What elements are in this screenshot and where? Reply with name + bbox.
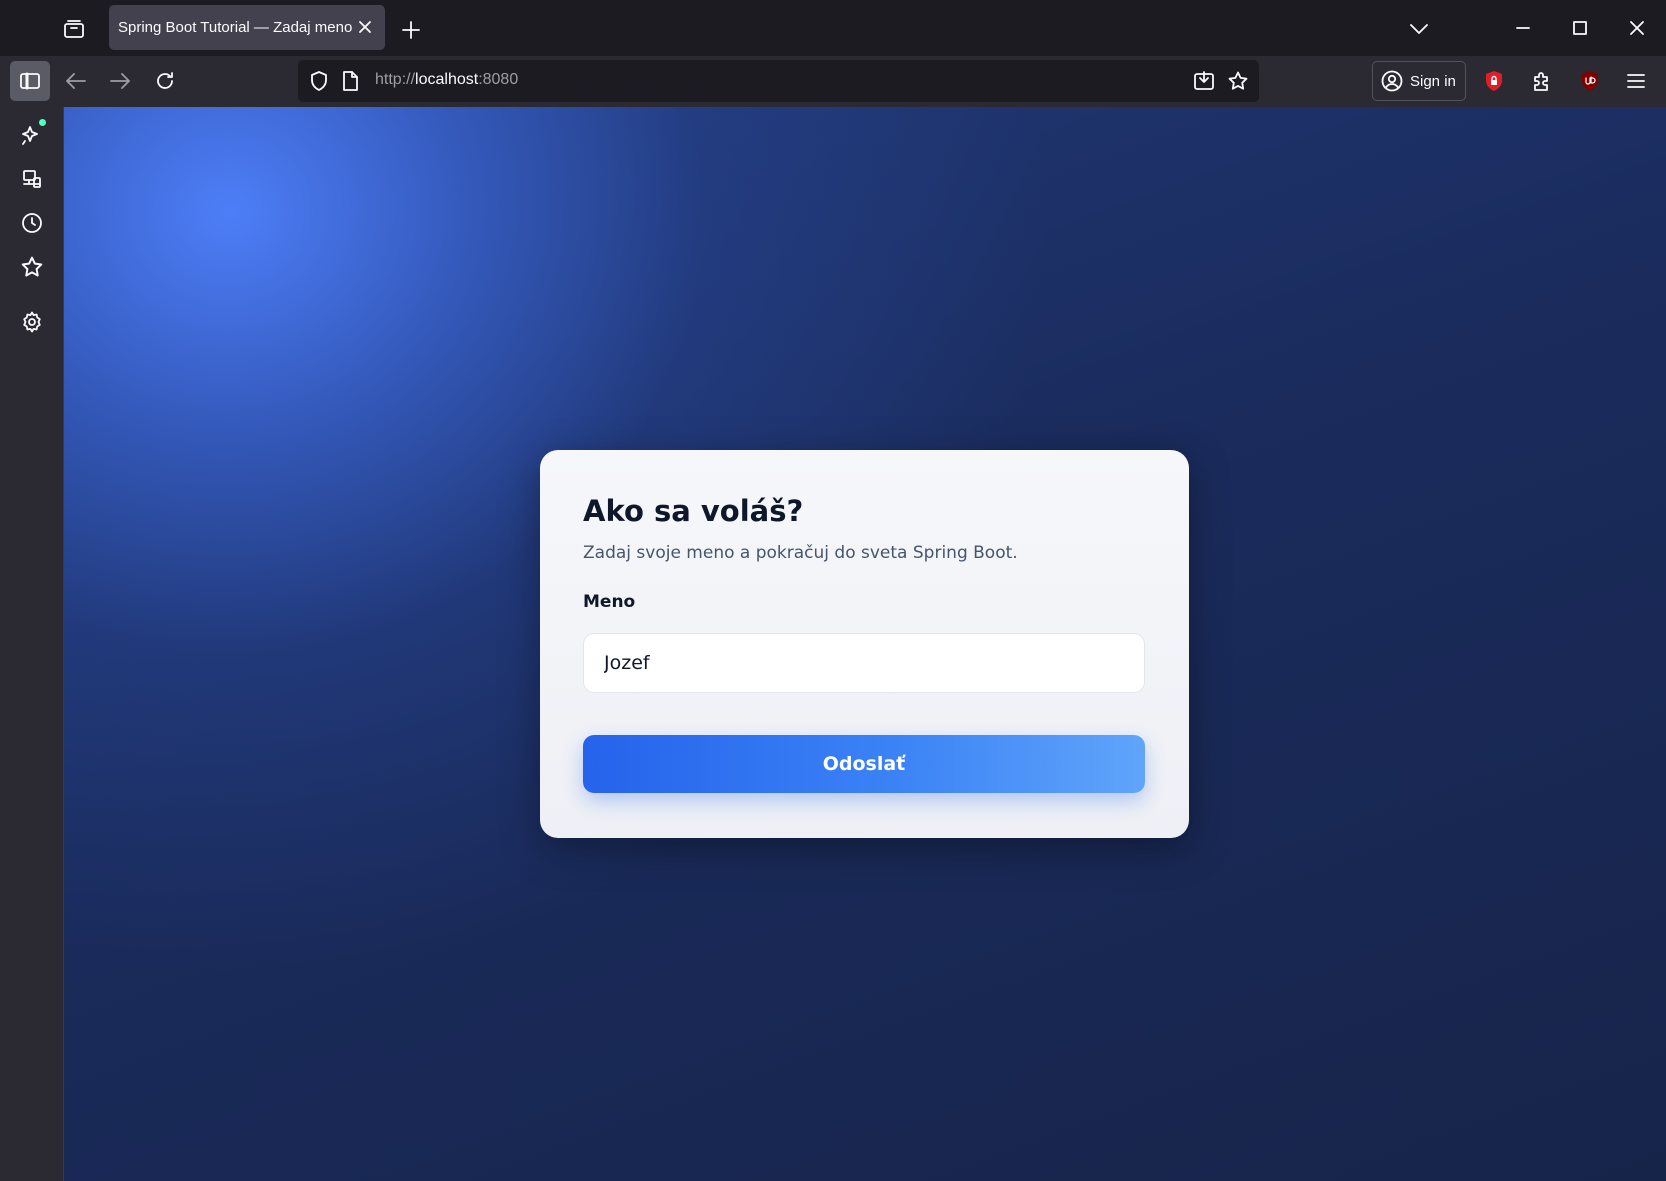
sidebar-bookmarks-button[interactable] (14, 249, 50, 285)
notification-dot (39, 119, 46, 126)
url-host: localhost (415, 71, 479, 88)
synced-devices-icon (23, 170, 41, 188)
url-scheme: http:// (375, 71, 416, 88)
forward-button[interactable] (104, 64, 136, 98)
arrow-left-icon (66, 73, 86, 89)
red-shield-lock-icon (1486, 71, 1502, 91)
tab-overview-button[interactable] (58, 15, 90, 43)
password-manager-extension-button[interactable] (1478, 64, 1510, 98)
sidebar-toggle-button[interactable] (10, 61, 50, 101)
puzzle-icon (1534, 72, 1548, 91)
minimize-icon (1516, 27, 1530, 29)
sidebar-customize-button[interactable] (14, 304, 50, 340)
app-menu-button[interactable] (1620, 64, 1652, 98)
sidebar-ai-chatbot-button[interactable] (14, 117, 50, 153)
gear-icon (23, 311, 41, 333)
shield-icon (311, 71, 327, 91)
sidebar-synced-tabs-button[interactable] (14, 161, 50, 197)
page-icon (343, 71, 358, 91)
tracking-protection-button[interactable] (304, 66, 334, 96)
back-button[interactable] (60, 64, 92, 98)
site-info-button[interactable] (336, 66, 364, 96)
sparkle-icon (22, 126, 38, 145)
star-icon (1228, 71, 1248, 90)
tab-overview-icon (64, 20, 84, 38)
ublock-shield-icon (1582, 71, 1598, 91)
name-input[interactable] (583, 633, 1145, 693)
close-icon (1630, 21, 1644, 35)
tab-active[interactable]: Spring Boot Tutorial — Zadaj meno (109, 5, 385, 50)
chevron-down-icon (1410, 24, 1428, 34)
name-form-card: Ako sa voláš? Zadaj svoje meno a pokraču… (540, 450, 1189, 838)
tab-bar: Spring Boot Tutorial — Zadaj meno (0, 0, 1666, 56)
new-tab-button[interactable] (396, 16, 426, 44)
close-window-button[interactable] (1622, 14, 1652, 42)
maximize-button[interactable] (1565, 14, 1595, 42)
tab-title: Spring Boot Tutorial — Zadaj meno (118, 19, 353, 36)
sign-in-button[interactable]: Sign in (1372, 61, 1466, 101)
sign-in-label: Sign in (1410, 72, 1456, 90)
submit-button[interactable]: Odoslať (583, 735, 1145, 793)
sidebar-toggle-icon-wrap (10, 61, 50, 101)
reload-icon (157, 72, 173, 89)
tab-close-button[interactable] (353, 15, 377, 39)
page-viewport: Ako sa voláš? Zadaj svoje meno a pokraču… (64, 107, 1666, 1181)
page-download-button[interactable] (1189, 66, 1219, 96)
star-icon (21, 256, 43, 277)
clock-icon (22, 213, 42, 233)
ublock-extension-button[interactable] (1574, 64, 1606, 98)
url-text[interactable]: http://localhost:8080 (375, 71, 518, 89)
download-icon (1194, 71, 1214, 90)
hamburger-menu-icon (1627, 74, 1645, 88)
list-all-tabs-button[interactable] (1404, 15, 1434, 43)
navigation-toolbar: http://localhost:8080 Sign in (0, 56, 1666, 107)
url-port: :8080 (478, 71, 519, 88)
sidebar-history-button[interactable] (14, 205, 50, 241)
arrow-right-icon (110, 73, 130, 89)
sidebar-icon (20, 72, 40, 90)
bookmark-star-button[interactable] (1223, 66, 1253, 96)
address-bar[interactable]: http://localhost:8080 (298, 60, 1259, 102)
browser-sidebar (0, 107, 64, 1181)
plus-icon (402, 21, 420, 39)
minimize-button[interactable] (1508, 14, 1538, 42)
page-title: Ako sa voláš? (583, 494, 804, 528)
maximize-icon (1573, 21, 1587, 35)
name-field-label: Meno (583, 592, 636, 612)
account-icon (1381, 70, 1403, 92)
extensions-button[interactable] (1526, 64, 1558, 98)
close-icon (359, 21, 371, 33)
reload-button[interactable] (149, 64, 181, 98)
page-subtitle: Zadaj svoje meno a pokračuj do sveta Spr… (583, 543, 1018, 563)
